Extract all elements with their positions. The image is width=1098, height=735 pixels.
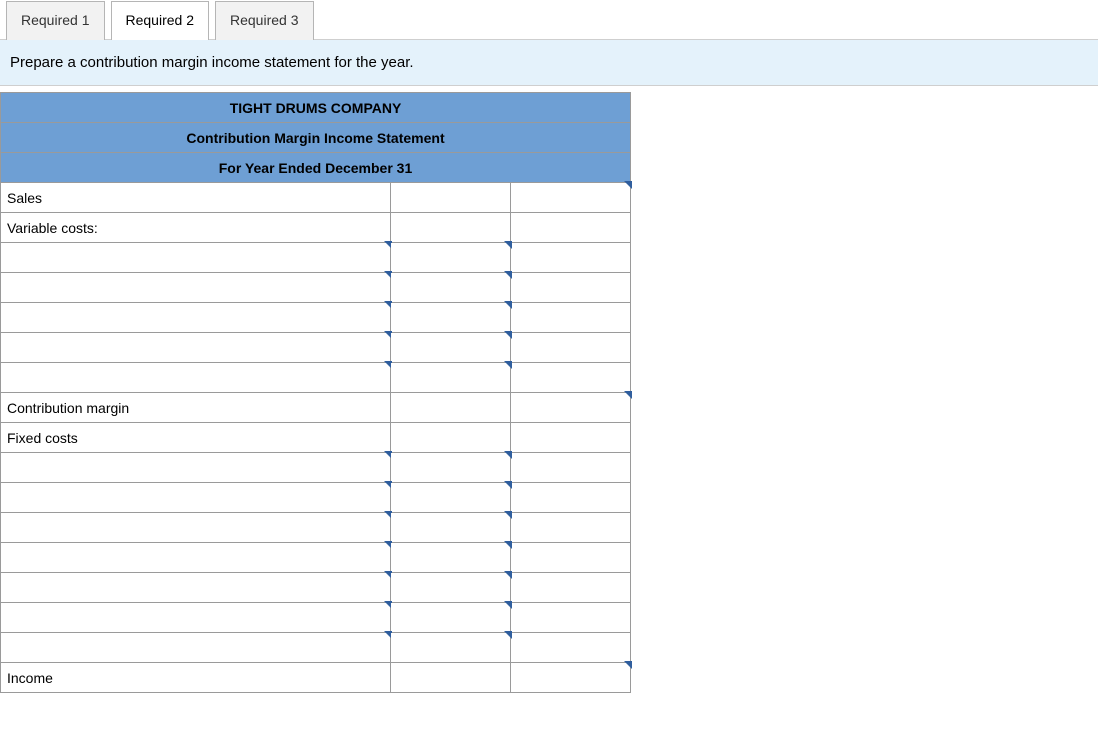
- income-statement-table: TIGHT DRUMS COMPANY Contribution Margin …: [0, 92, 631, 693]
- fc-line4-label[interactable]: [1, 543, 391, 573]
- income-amt2[interactable]: [511, 663, 631, 693]
- fc-line7-amt[interactable]: [391, 633, 511, 663]
- sales-amt1[interactable]: [391, 183, 511, 213]
- fc-line3-label[interactable]: [1, 513, 391, 543]
- statement-period: For Year Ended December 31: [1, 153, 631, 183]
- vc-line2-label[interactable]: [1, 273, 391, 303]
- label-fixed-costs: Fixed costs: [1, 423, 391, 453]
- statement-title: Contribution Margin Income Statement: [1, 123, 631, 153]
- vc-line5-amt[interactable]: [391, 363, 511, 393]
- fc-heading-amt1: [391, 423, 511, 453]
- tab-required-3[interactable]: Required 3: [215, 1, 314, 40]
- vc-line2-amt2: [511, 273, 631, 303]
- fc-line1-amt[interactable]: [391, 453, 511, 483]
- vc-line2-amt[interactable]: [391, 273, 511, 303]
- vc-line1-amt2: [511, 243, 631, 273]
- vc-line5-label[interactable]: [1, 363, 391, 393]
- fc-line3-amt2: [511, 513, 631, 543]
- fc-line6-amt[interactable]: [391, 603, 511, 633]
- tab-required-1[interactable]: Required 1: [6, 1, 105, 40]
- tabs-bar: Required 1 Required 2 Required 3: [0, 0, 1098, 39]
- fc-line5-amt2: [511, 573, 631, 603]
- fc-heading-amt2: [511, 423, 631, 453]
- vc-line4-amt2: [511, 333, 631, 363]
- label-variable-costs: Variable costs:: [1, 213, 391, 243]
- fc-line4-amt2: [511, 543, 631, 573]
- fc-line5-amt[interactable]: [391, 573, 511, 603]
- fc-line6-label[interactable]: [1, 603, 391, 633]
- sales-amt2[interactable]: [511, 183, 631, 213]
- fc-line7-label[interactable]: [1, 633, 391, 663]
- instruction-text: Prepare a contribution margin income sta…: [0, 39, 1098, 86]
- vc-line3-amt2: [511, 303, 631, 333]
- fc-line5-label[interactable]: [1, 573, 391, 603]
- vc-line1-label[interactable]: [1, 243, 391, 273]
- fc-line1-label[interactable]: [1, 453, 391, 483]
- fc-line3-amt[interactable]: [391, 513, 511, 543]
- vc-line4-label[interactable]: [1, 333, 391, 363]
- company-name: TIGHT DRUMS COMPANY: [1, 93, 631, 123]
- fc-line2-amt[interactable]: [391, 483, 511, 513]
- vc-line5-amt2: [511, 363, 631, 393]
- vc-heading-amt1: [391, 213, 511, 243]
- fc-line1-amt2: [511, 453, 631, 483]
- label-contribution-margin: Contribution margin: [1, 393, 391, 423]
- fc-line7-amt2: [511, 633, 631, 663]
- fc-line6-amt2: [511, 603, 631, 633]
- fc-line2-label[interactable]: [1, 483, 391, 513]
- fc-line4-amt[interactable]: [391, 543, 511, 573]
- vc-line1-amt[interactable]: [391, 243, 511, 273]
- cm-amt2[interactable]: [511, 393, 631, 423]
- fc-line2-amt2: [511, 483, 631, 513]
- income-amt1[interactable]: [391, 663, 511, 693]
- vc-line3-label[interactable]: [1, 303, 391, 333]
- vc-line3-amt[interactable]: [391, 303, 511, 333]
- cm-amt1[interactable]: [391, 393, 511, 423]
- vc-line4-amt[interactable]: [391, 333, 511, 363]
- label-income: Income: [1, 663, 391, 693]
- label-sales: Sales: [1, 183, 391, 213]
- vc-heading-amt2: [511, 213, 631, 243]
- tab-required-2[interactable]: Required 2: [111, 1, 210, 40]
